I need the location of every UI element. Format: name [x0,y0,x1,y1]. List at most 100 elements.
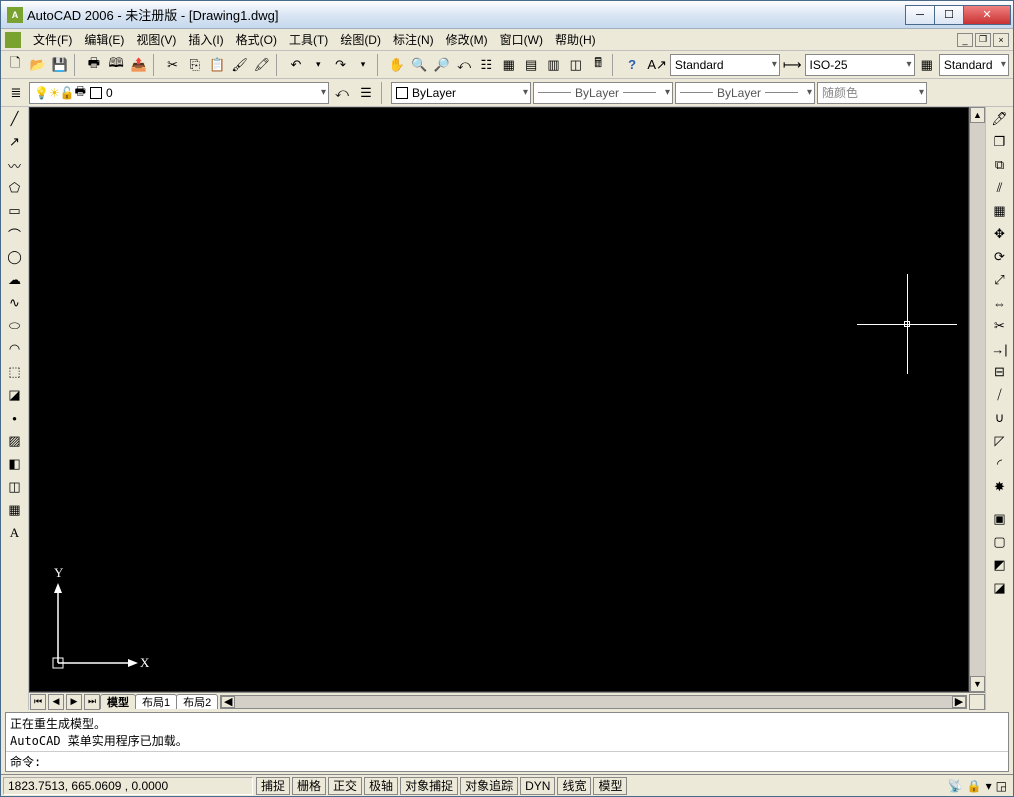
zoom-previous-icon[interactable]: ⤺ [454,54,474,76]
plot-icon[interactable]: 🖶 [84,54,104,76]
arc-icon[interactable]: ⌒ [4,224,26,244]
ellipse-arc-icon[interactable]: ◠ [4,339,26,359]
redo-dropdown-icon[interactable]: ▾ [353,54,373,76]
text-style-dropdown[interactable]: Standard [670,54,780,76]
circle-icon[interactable]: ◯ [4,247,26,267]
table-style-icon[interactable]: ▦ [917,54,937,76]
tool-palettes-icon[interactable]: ▤ [521,54,541,76]
copy-object-icon[interactable]: ❐ [989,132,1011,152]
dim-style-dropdown[interactable]: ISO-25 [805,54,915,76]
insert-block-icon[interactable]: ⬚ [4,362,26,382]
plot-style-dropdown[interactable]: 随颜色 [817,82,927,104]
menu-edit[interactable]: 编辑(E) [78,29,130,50]
chamfer-icon[interactable]: ◸ [989,431,1011,451]
doc-close-button[interactable]: × [993,33,1009,47]
stretch-icon[interactable]: ⇔ [989,293,1011,313]
communication-icon[interactable]: 📡 [948,779,963,793]
draworder-back-icon[interactable]: ▢ [989,532,1011,552]
zoom-window-icon[interactable]: 🔎 [431,54,451,76]
doc-minimize-button[interactable]: _ [957,33,973,47]
close-button[interactable]: ✕ [963,5,1011,25]
quickcalc-icon[interactable]: 🖩 [588,54,608,76]
paste-icon[interactable]: 📋 [207,54,227,76]
tab-last-icon[interactable]: ⏭ [84,694,100,710]
draworder-front-icon[interactable]: ▣ [989,509,1011,529]
open-icon[interactable]: 📂 [27,54,47,76]
plot-preview-icon[interactable]: 🕮 [106,54,126,76]
table-style-dropdown[interactable]: Standard [939,54,1009,76]
tab-model[interactable]: 模型 [100,694,136,709]
spline-icon[interactable]: ∿ [4,293,26,313]
ortho-toggle[interactable]: 正交 [328,777,362,795]
linetype-dropdown[interactable]: ByLayer [533,82,673,104]
rotate-icon[interactable]: ⟳ [989,247,1011,267]
save-icon[interactable]: 💾 [50,54,70,76]
minimize-button[interactable]: ─ [905,5,935,25]
match-properties-icon[interactable]: 🖌 [229,54,249,76]
horizontal-scrollbar[interactable]: ◀ ▶ [220,695,967,709]
redo-icon[interactable]: ↷ [330,54,350,76]
publish-icon[interactable]: 📤 [128,54,148,76]
layer-dropdown[interactable]: 💡☀🔓🖶 0 [29,82,329,104]
scale-icon[interactable]: ⤢ [989,270,1011,290]
help-icon[interactable]: ? [622,54,642,76]
menu-format[interactable]: 格式(O) [230,29,283,50]
scroll-up-icon[interactable]: ▲ [970,107,985,123]
menu-draw[interactable]: 绘图(D) [334,29,387,50]
tray-settings-icon[interactable]: ▾ [986,779,992,793]
move-icon[interactable]: ✥ [989,224,1011,244]
cut-icon[interactable]: ✂ [162,54,182,76]
mtext-icon[interactable]: A [4,523,26,543]
trim-icon[interactable]: ✂ [989,316,1011,336]
brush-icon[interactable]: 🖍 [252,54,272,76]
clean-screen-icon[interactable]: ◲ [996,779,1007,793]
menu-modify[interactable]: 修改(M) [440,29,494,50]
fillet-icon[interactable]: ◜ [989,454,1011,474]
osnap-toggle[interactable]: 对象捕捉 [400,777,458,795]
menu-insert[interactable]: 插入(I) [182,29,229,50]
polyline-icon[interactable]: 〰 [4,155,26,175]
pan-realtime-icon[interactable]: ✋ [387,54,407,76]
zoom-realtime-icon[interactable]: 🔍 [409,54,429,76]
polar-toggle[interactable]: 极轴 [364,777,398,795]
markup-icon[interactable]: ◫ [566,54,586,76]
explode-icon[interactable]: ✸ [989,477,1011,497]
break-icon[interactable]: ⧸ [989,385,1011,405]
sheet-set-icon[interactable]: ▥ [543,54,563,76]
snap-toggle[interactable]: 捕捉 [256,777,290,795]
lock-icon[interactable]: 🔒 [967,779,982,793]
layer-previous-icon[interactable]: ⤺ [331,82,353,104]
grid-toggle[interactable]: 栅格 [292,777,326,795]
break-at-point-icon[interactable]: ⊟ [989,362,1011,382]
menu-tools[interactable]: 工具(T) [283,29,334,50]
new-icon[interactable]: 🗋 [5,54,25,76]
lineweight-dropdown[interactable]: ByLayer [675,82,815,104]
maximize-button[interactable]: ☐ [934,5,964,25]
line-icon[interactable]: ╱ [4,109,26,129]
tab-layout1[interactable]: 布局1 [135,694,177,709]
undo-icon[interactable]: ↶ [286,54,306,76]
color-dropdown[interactable]: ByLayer [391,82,531,104]
construction-line-icon[interactable]: ↗ [4,132,26,152]
command-window[interactable]: 正在重生成模型。 AutoCAD 菜单实用程序已加载。 命令: [5,712,1009,772]
properties-icon[interactable]: ☷ [476,54,496,76]
coordinates-display[interactable]: 1823.7513, 665.0609 , 0.0000 [3,777,253,795]
join-icon[interactable]: ∪ [989,408,1011,428]
dim-style-icon[interactable]: ⟼ [782,54,803,76]
rectangle-icon[interactable]: ▭ [4,201,26,221]
hatch-icon[interactable]: ▨ [4,431,26,451]
erase-icon[interactable]: 🖊 [989,109,1011,129]
lwt-toggle[interactable]: 线宽 [557,777,591,795]
point-icon[interactable]: • [4,408,26,428]
tab-first-icon[interactable]: ⏮ [30,694,46,710]
drawing-canvas[interactable]: X Y [29,107,969,692]
layer-states-icon[interactable]: ☰ [355,82,377,104]
design-center-icon[interactable]: ▦ [499,54,519,76]
extend-icon[interactable]: →| [989,339,1011,359]
otrack-toggle[interactable]: 对象追踪 [460,777,518,795]
dyn-toggle[interactable]: DYN [520,777,555,795]
tab-next-icon[interactable]: ▶ [66,694,82,710]
tab-layout2[interactable]: 布局2 [176,694,218,709]
gradient-icon[interactable]: ◧ [4,454,26,474]
layer-properties-icon[interactable]: ≣ [5,82,27,104]
